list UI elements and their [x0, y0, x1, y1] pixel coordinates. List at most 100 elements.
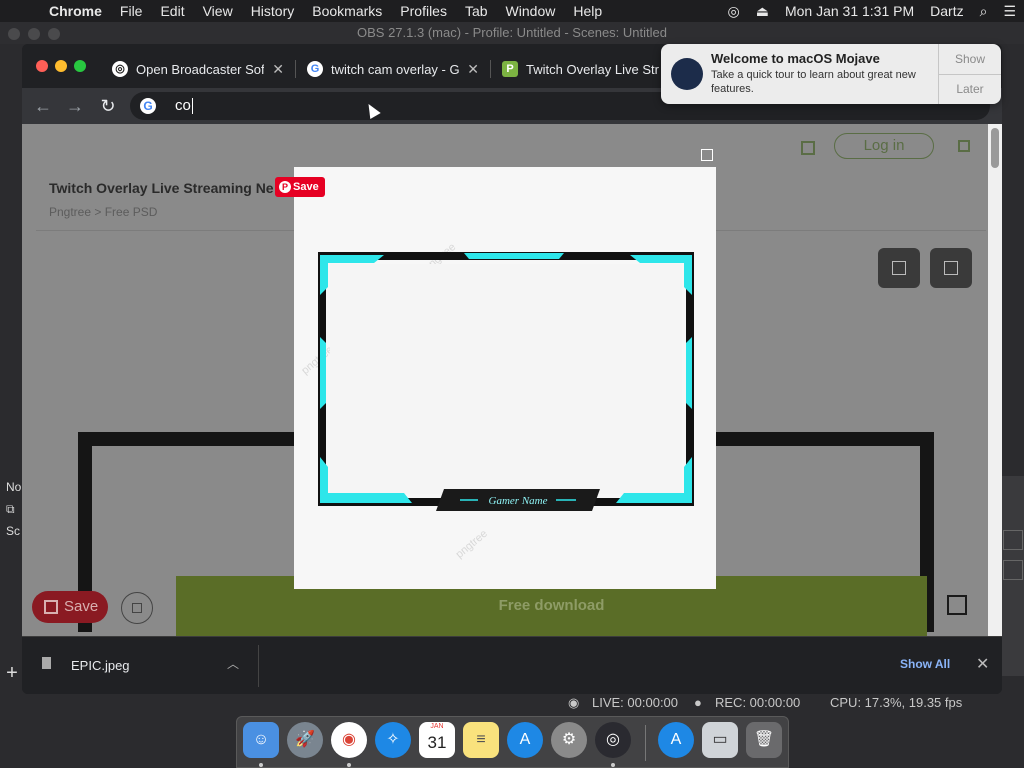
webcam-overlay-graphic: pngtree pngtree pngtree pngtree pngtree …	[299, 241, 694, 561]
reload-icon[interactable]: ↻	[97, 95, 119, 117]
menu-bookmarks[interactable]: Bookmarks	[303, 3, 391, 19]
pinterest-save-button[interactable]: P Save	[275, 177, 325, 197]
notification-center-icon[interactable]: ☰	[995, 3, 1024, 20]
menu-file[interactable]: File	[111, 3, 152, 19]
app-store-icon[interactable]: A	[507, 722, 543, 758]
calendar-day: 31	[427, 733, 447, 752]
pngtree-icon: P	[502, 61, 518, 77]
obs-status-icon[interactable]: ◎	[720, 3, 748, 20]
obs-close-icon[interactable]	[8, 28, 20, 40]
breadcrumb[interactable]: Pngtree > Free PSD	[49, 205, 157, 219]
obs-zoom-icon[interactable]	[48, 28, 60, 40]
running-indicator	[347, 763, 351, 767]
launchpad-icon[interactable]: 🚀	[287, 722, 323, 758]
safari-icon[interactable]: ✧	[375, 722, 411, 758]
tab-title: Open Broadcaster Soft	[136, 61, 264, 77]
menu-edit[interactable]: Edit	[151, 3, 193, 19]
tab-google-search[interactable]: G twitch cam overlay - G ✕	[307, 56, 479, 82]
divider	[258, 645, 259, 687]
frame-accent	[464, 253, 564, 259]
square-icon	[132, 603, 142, 613]
menu-view[interactable]: View	[194, 3, 242, 19]
macos-dock: ☺ 🚀 ◉ ✧ JAN 31 ≡ A ⚙ ◎ A ▭ 🗑	[236, 716, 789, 768]
back-icon[interactable]: ←	[32, 95, 54, 117]
dock-divider	[645, 725, 646, 761]
close-tab-icon[interactable]: ✕	[272, 61, 284, 78]
spotlight-search-icon[interactable]: ⌕	[972, 3, 996, 20]
calendar-icon[interactable]: JAN 31	[419, 722, 455, 758]
obs-right-panel	[1002, 476, 1024, 676]
close-window-icon[interactable]	[36, 60, 48, 72]
chrome-icon[interactable]: ◉	[331, 722, 367, 758]
obs-panel-button[interactable]	[1003, 530, 1023, 550]
tab-title: Twitch Overlay Live Str	[526, 61, 659, 77]
notification-body: Take a quick tour to learn about great n…	[711, 69, 916, 95]
scrollbar-thumb[interactable]	[991, 128, 999, 168]
obs-icon[interactable]: ◎	[595, 722, 631, 758]
frame-window	[330, 264, 682, 494]
menu-history[interactable]: History	[242, 3, 304, 19]
eject-icon[interactable]: ⏏	[748, 3, 777, 20]
save-button[interactable]: Save	[32, 591, 108, 623]
obs-side-panel: No ⧉ Sc	[0, 476, 24, 542]
menu-window[interactable]: Window	[497, 3, 565, 19]
pinterest-icon: P	[279, 181, 291, 193]
obs-panel-button[interactable]	[1003, 560, 1023, 580]
obs-dock-icon[interactable]: ⧉	[0, 498, 24, 520]
menu-chrome[interactable]: Chrome	[40, 3, 111, 19]
favorite-button[interactable]	[121, 592, 153, 624]
google-icon: G	[307, 61, 323, 77]
login-button[interactable]: Log in	[834, 133, 934, 159]
obs-rec-time: REC: 00:00:00	[715, 695, 801, 710]
tab-divider	[295, 60, 296, 78]
menu-profiles[interactable]: Profiles	[391, 3, 456, 19]
macos-notification[interactable]: Welcome to macOS Mojave Take a quick tou…	[661, 44, 1001, 104]
minimize-window-icon[interactable]	[55, 60, 67, 72]
tab-obs[interactable]: ◎ Open Broadcaster Soft ✕	[112, 56, 284, 82]
notification-later-button[interactable]: Later	[939, 74, 1001, 104]
close-downloads-icon[interactable]: ✕	[976, 654, 989, 674]
menubar-user[interactable]: Dartz	[922, 3, 971, 19]
app-store-downloads-icon[interactable]: A	[658, 722, 694, 758]
page-icon[interactable]	[801, 141, 815, 155]
address-input[interactable]: co	[175, 97, 193, 115]
forward-icon[interactable]: →	[64, 95, 86, 117]
notes-icon[interactable]: ≡	[463, 722, 499, 758]
obs-add-icon[interactable]: +	[2, 662, 22, 684]
running-indicator	[259, 763, 263, 767]
menu-tab[interactable]: Tab	[456, 3, 497, 19]
page-scrollbar[interactable]	[988, 124, 1002, 636]
frame-accent	[686, 337, 692, 409]
obs-status-bar: ◉ LIVE: 00:00:00 ● REC: 00:00:00 CPU: 17…	[0, 692, 1024, 714]
save-label: Save	[64, 598, 99, 615]
tab-pngtree[interactable]: P Twitch Overlay Live Str	[502, 56, 662, 82]
show-all-button[interactable]: Show All	[900, 657, 950, 671]
file-icon	[42, 657, 51, 669]
gamer-name-text: Gamer Name	[489, 495, 548, 507]
close-tab-icon[interactable]: ✕	[467, 61, 479, 78]
rec-icon: ●	[694, 695, 702, 710]
chevron-up-icon[interactable]: ︿	[227, 655, 239, 672]
notification-show-button[interactable]: Show	[939, 44, 1001, 74]
screen-icon[interactable]: ▭	[702, 722, 738, 758]
downloads-bar: EPIC.jpeg ︿ Show All ✕	[22, 636, 1002, 694]
lightbox-close-icon[interactable]	[701, 149, 713, 161]
menu-help[interactable]: Help	[564, 3, 611, 19]
obs-side-label: Sc	[6, 524, 21, 538]
live-icon: ◉	[568, 695, 580, 710]
calendar-month: JAN	[430, 723, 444, 730]
system-preferences-icon[interactable]: ⚙	[551, 722, 587, 758]
trash-icon[interactable]: 🗑	[746, 722, 782, 758]
menubar-clock[interactable]: Mon Jan 31 1:31 PM	[777, 3, 922, 19]
download-file-name[interactable]: EPIC.jpeg	[71, 658, 130, 673]
expand-icon[interactable]	[947, 595, 967, 615]
finder-icon[interactable]: ☺	[243, 722, 279, 758]
preview-action-button[interactable]	[930, 248, 972, 288]
macos-mojave-icon	[671, 58, 703, 90]
obs-minimize-icon[interactable]	[28, 28, 40, 40]
notification-title: Welcome to macOS Mojave	[711, 51, 880, 66]
preview-action-button[interactable]	[878, 248, 920, 288]
zoom-window-icon[interactable]	[74, 60, 86, 72]
page-icon[interactable]	[958, 140, 970, 152]
macos-menubar: Chrome File Edit View History Bookmarks …	[0, 0, 1024, 22]
